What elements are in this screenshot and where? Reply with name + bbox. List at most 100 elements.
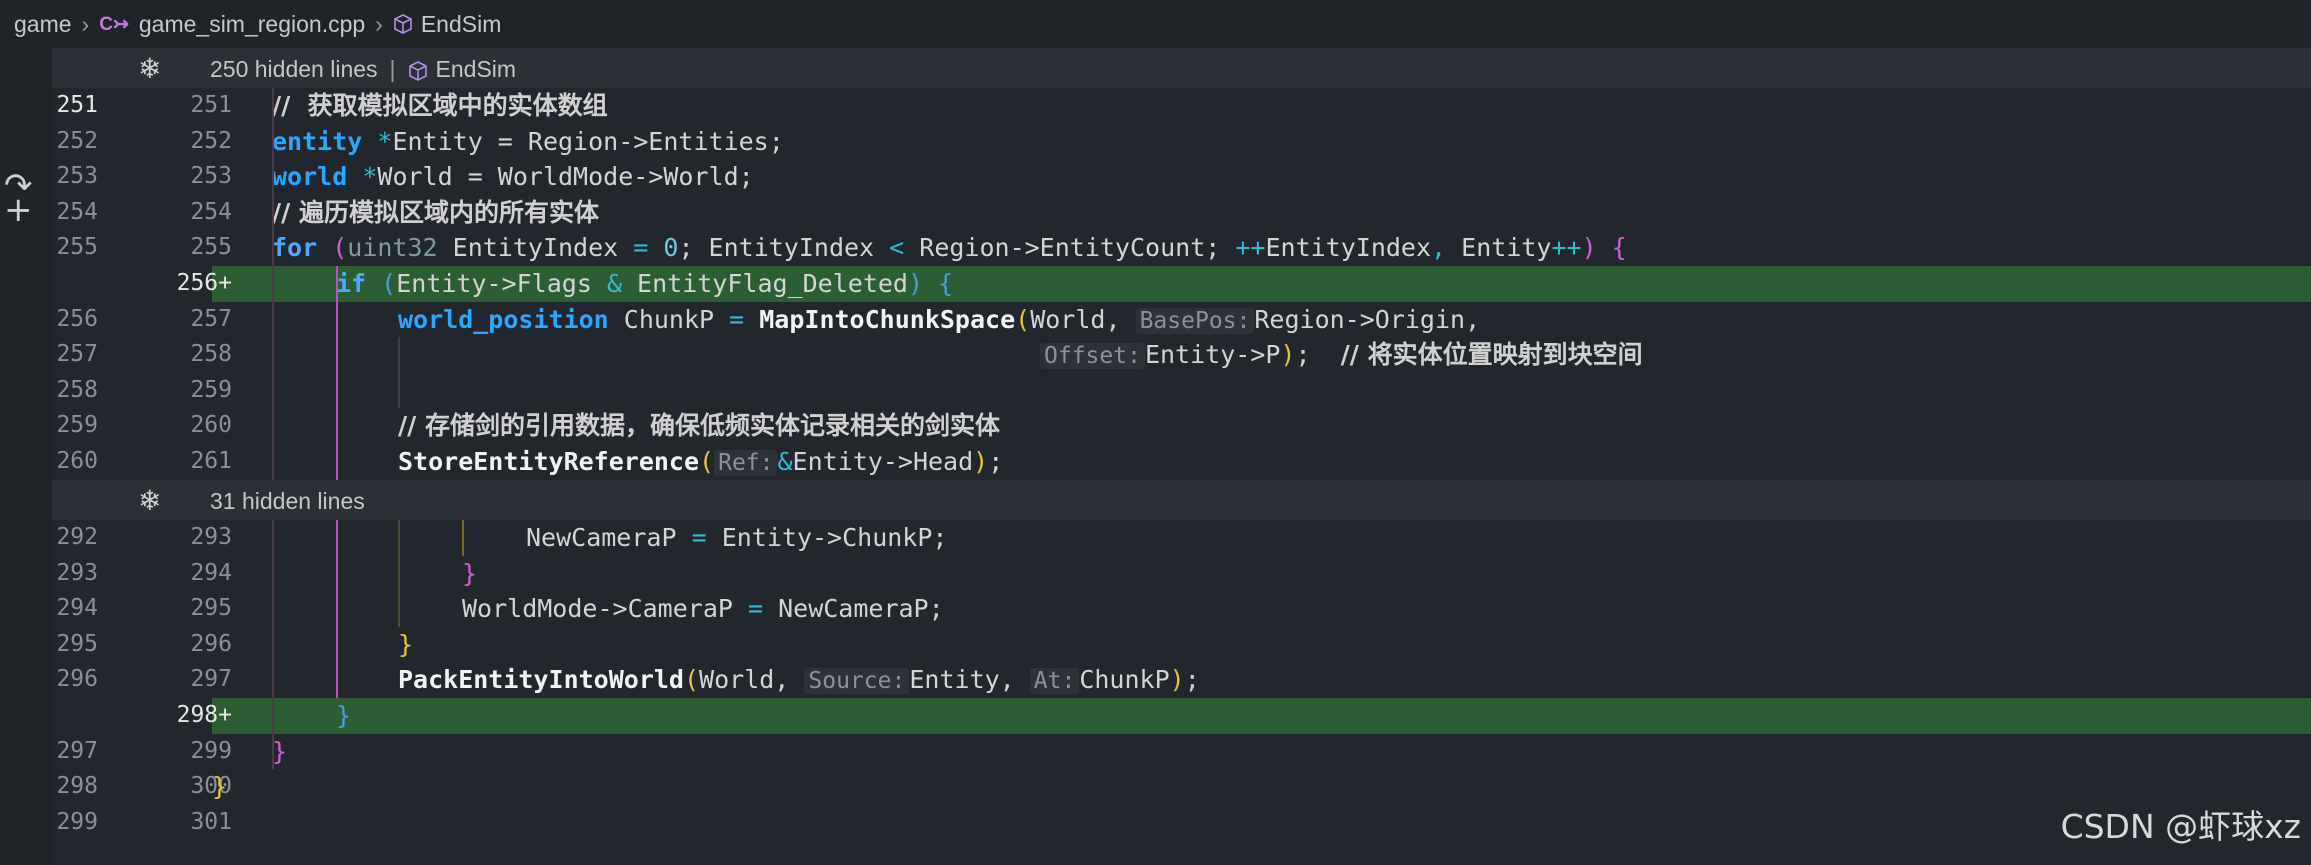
code-text: NewCameraP;	[763, 594, 944, 624]
code-bracket: }	[272, 736, 288, 766]
unfold-icon[interactable]: ❄	[138, 52, 161, 85]
breadcrumb-folder[interactable]: game	[14, 11, 72, 38]
code-line[interactable]: 299 301	[52, 805, 2311, 841]
line-number-modified: 257	[190, 305, 232, 332]
code-operator: ++	[1235, 233, 1266, 263]
diff-editor[interactable]: ❄ 250 hidden lines | EndSim 251 251 // 获取模…	[52, 48, 2311, 865]
code-line[interactable]: 256 257 world_position ChunkP = MapIntoC…	[52, 302, 2311, 338]
code-line[interactable]: 259 260 // 存储剑的引用数据，确保低频实体记录相关的剑实体	[52, 408, 2311, 444]
line-number-original: 297	[56, 737, 98, 764]
code-number: 0	[648, 233, 679, 263]
unfold-icon[interactable]: ❄	[138, 484, 161, 517]
line-number-original: 259	[56, 412, 98, 439]
code-operator: <	[889, 233, 905, 263]
breadcrumb-symbol[interactable]: EndSim	[421, 11, 502, 38]
method-cube-icon	[408, 61, 428, 81]
line-number-original	[52, 698, 98, 734]
code-text: ;	[988, 447, 1004, 476]
code-line[interactable]: 292 293 NewCameraP = Entity->ChunkP;	[52, 520, 2311, 556]
code-bracket: )	[973, 447, 989, 476]
hidden-lines-fold-top[interactable]: ❄ 250 hidden lines | EndSim	[52, 48, 2311, 88]
line-number-modified: 301	[190, 808, 232, 835]
code-keyword: for	[272, 233, 318, 263]
code-bracket: (	[699, 447, 715, 476]
code-line[interactable]: 257 258 Offset: Entity->P); // 将实体位置映射到块空…	[52, 337, 2311, 373]
line-number-modified: 293	[190, 524, 232, 550]
code-comment: // 将实体位置映射到块空间	[1340, 340, 1643, 370]
code-line[interactable]: 297 299 }	[52, 734, 2311, 770]
code-line[interactable]: 252 252 entity *Entity = Region->Entitie…	[52, 124, 2311, 160]
line-number-modified: 294	[190, 559, 232, 586]
line-number-original	[52, 266, 98, 302]
code-text: World,	[699, 665, 790, 695]
code-text: Region->EntityCount;	[904, 233, 1236, 263]
code-operator: =	[729, 304, 745, 334]
line-number-modified: 259	[190, 376, 232, 403]
line-number-modified: 261	[190, 448, 232, 474]
code-type: world_position	[398, 304, 609, 334]
code-line[interactable]: 295 296 }	[52, 627, 2311, 663]
code-line[interactable]: 294 295 WorldMode->CameraP = NewCameraP;	[52, 591, 2311, 627]
code-line[interactable]: 253 253 world *World = WorldMode->World;	[52, 159, 2311, 195]
stage-hunk-icon[interactable]: +	[4, 190, 33, 230]
code-operator: &	[606, 269, 622, 298]
code-line[interactable]: 255 255 for (uint32 EntityIndex = 0; Ent…	[52, 230, 2311, 266]
code-text: EntityIndex	[1265, 233, 1432, 263]
code-keyword: if	[336, 269, 367, 298]
code-text: World,	[1030, 304, 1121, 334]
code-line[interactable]: 254 254 // 遍历模拟区域内的所有实体	[52, 195, 2311, 231]
line-number-modified: 255	[190, 234, 232, 261]
code-text: ChunkP	[1079, 665, 1170, 695]
inlay-hint: BasePos:	[1135, 307, 1255, 334]
line-number-modified: 252	[190, 127, 232, 154]
breadcrumb: game › C↣ game_sim_region.cpp › EndSim	[0, 0, 2311, 48]
line-number-modified: 251	[190, 92, 232, 118]
diff-gutter: ↷ +	[0, 48, 52, 865]
indent-guide	[272, 88, 274, 480]
code-line[interactable]: 298 300 }	[52, 769, 2311, 805]
code-line[interactable]: 296 297 PackEntityIntoWorld(World, Sourc…	[52, 662, 2311, 698]
code-text: Entity->Head	[792, 447, 974, 476]
code-text: NewCameraP	[526, 523, 692, 552]
line-number-original: 292	[56, 524, 98, 550]
line-number-original: 256	[56, 305, 98, 332]
line-number-original: 260	[56, 448, 98, 474]
indent-guide-active	[336, 520, 338, 698]
hidden-lines-fold-middle[interactable]: ❄ 31 hidden lines	[52, 480, 2311, 520]
code-bracket: {	[1596, 233, 1627, 263]
code-line[interactable]: 260 261 StoreEntityReference(Ref: &Entity…	[52, 444, 2311, 480]
line-number-modified: 298+	[176, 702, 232, 728]
line-number-original: 251	[56, 92, 98, 118]
code-type: uint32	[347, 233, 438, 263]
indent-guide	[462, 520, 464, 556]
line-number-original: 296	[56, 666, 98, 693]
code-text: Entity,	[909, 665, 1015, 695]
indent-guide	[398, 520, 400, 627]
line-number-modified: 256+	[176, 270, 232, 296]
code-text: ; EntityIndex	[678, 233, 890, 263]
added-line-highlight	[212, 698, 2311, 734]
code-function: MapIntoChunkSpace	[744, 304, 1016, 334]
line-number-modified: 296	[190, 630, 232, 657]
code-operator: ++	[1551, 233, 1582, 263]
line-number-modified: 299	[190, 737, 232, 764]
code-operator: =	[633, 233, 649, 263]
breadcrumb-file[interactable]: game_sim_region.cpp	[139, 11, 365, 38]
code-line-added[interactable]: 256+ if (Entity->Flags & EntityFlag_Dele…	[52, 266, 2311, 302]
code-line[interactable]: 258 259	[52, 373, 2311, 409]
code-function: PackEntityIntoWorld	[398, 665, 684, 695]
code-line-added[interactable]: 298+ }	[52, 698, 2311, 734]
code-operator: =	[691, 523, 707, 552]
code-line[interactable]: 251 251 // 获取模拟区域中的实体数组	[52, 88, 2311, 124]
indent-guide-active	[336, 266, 338, 480]
line-number-modified: 254	[190, 198, 232, 225]
code-line[interactable]: 293 294 }	[52, 556, 2311, 592]
code-text: WorldMode->CameraP	[462, 594, 748, 624]
code-function: StoreEntityReference	[398, 447, 700, 476]
line-number-modified: 260	[190, 412, 232, 439]
fold-symbol[interactable]: EndSim	[436, 56, 517, 82]
code-operator: ,	[1431, 233, 1447, 263]
code-operator: *	[362, 162, 378, 192]
line-number-original: 254	[56, 198, 98, 225]
inlay-hint: At:	[1029, 668, 1080, 695]
